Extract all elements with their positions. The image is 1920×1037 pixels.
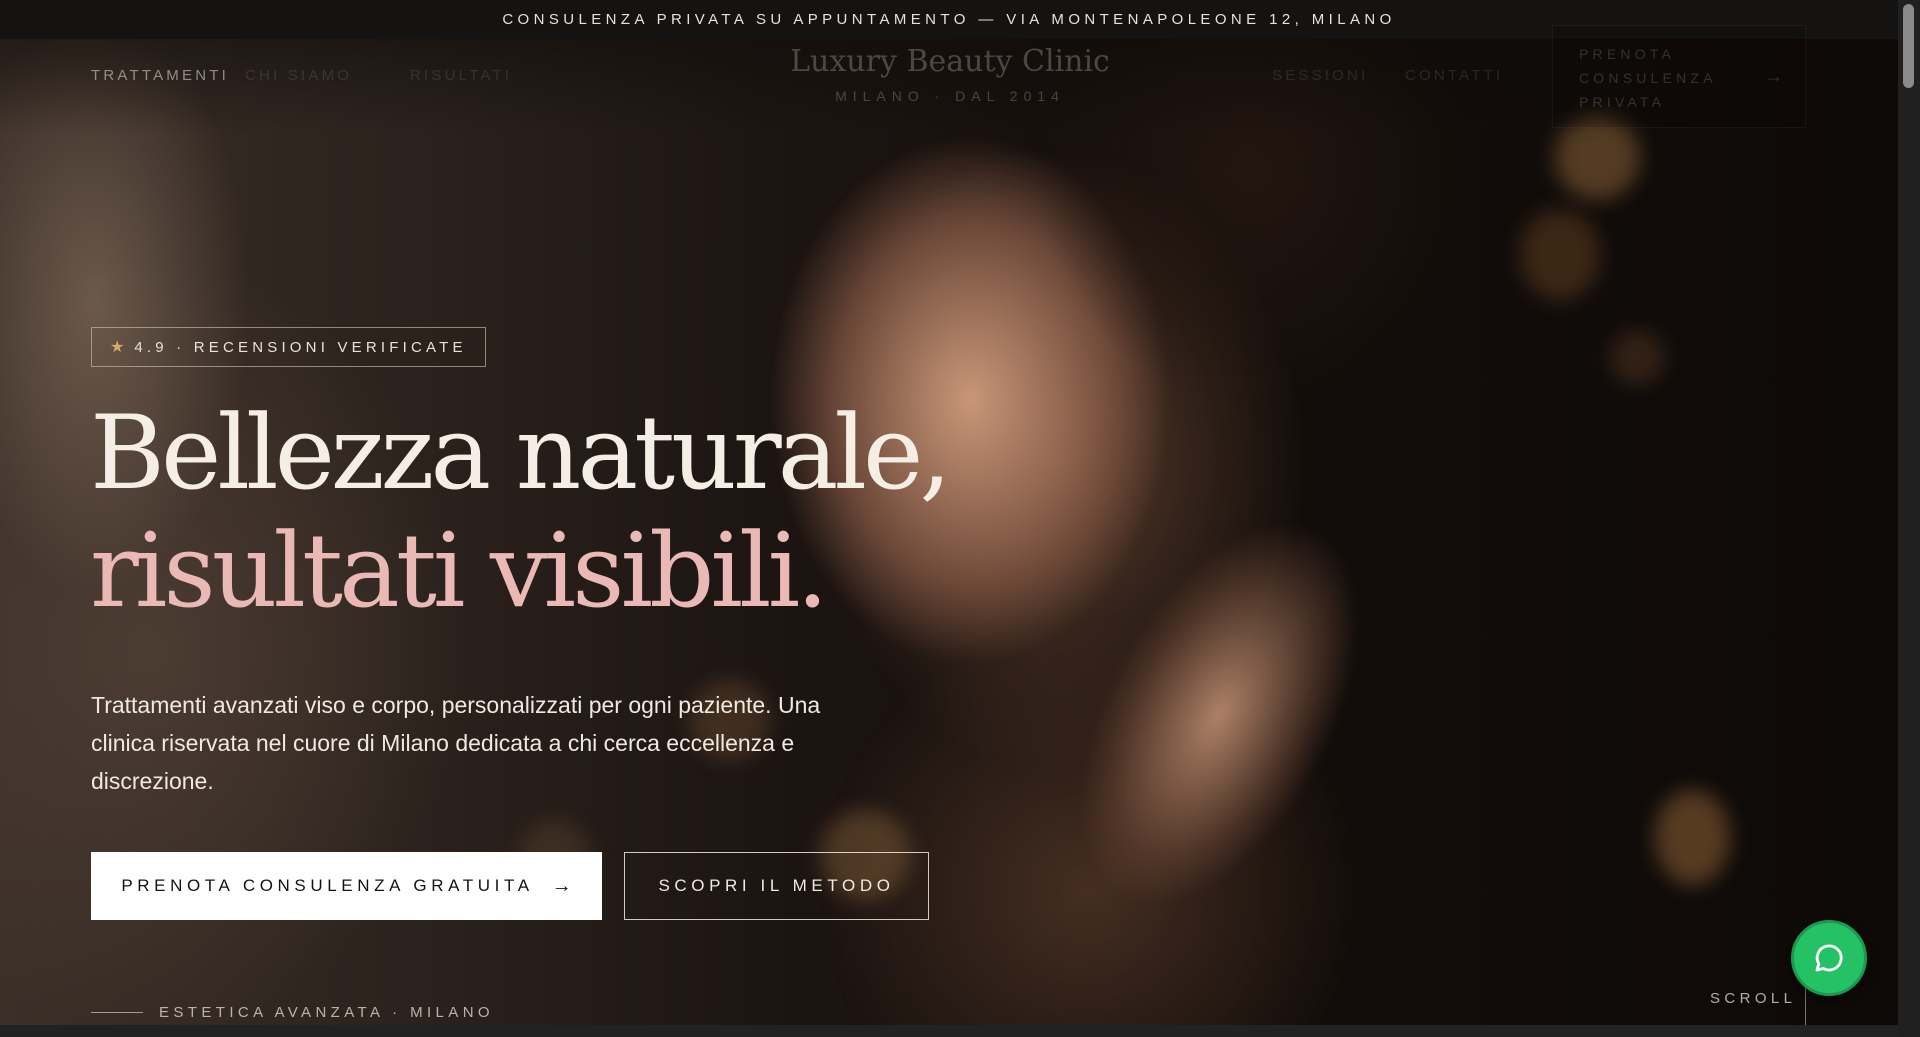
discover-method-label: SCOPRI IL METODO <box>658 876 895 895</box>
nav-book-button[interactable]: PRENOTA CONSULENZA PRIVATA → <box>1552 25 1806 128</box>
nav-link-trattamenti[interactable]: TRATTAMENTI <box>91 67 229 84</box>
announcement-text: CONSULENZA PRIVATA SU APPUNTAMENTO — VIA… <box>502 11 1396 28</box>
bokeh-light <box>1520 210 1600 300</box>
clinic-logo[interactable]: Luxury Beauty Clinic <box>690 44 1210 79</box>
window-bottom-edge <box>0 1025 1898 1037</box>
arrow-right-icon: → <box>1765 66 1783 86</box>
nav-link-risultati[interactable]: RISULTATI <box>410 67 512 84</box>
chat-bubble-icon <box>1815 944 1843 972</box>
scrollbar-thumb[interactable] <box>1903 4 1914 88</box>
book-free-consultation-button[interactable]: PRENOTA CONSULENZA GRATUITA → <box>91 852 602 920</box>
arrow-right-icon: → <box>551 874 572 897</box>
rating-badge-text: 4.9 · RECENSIONI VERIFICATE <box>134 338 467 356</box>
hero-tagline: ESTETICA AVANZATA · MILANO <box>91 1004 494 1021</box>
hero-description: Trattamenti avanzati viso e corpo, perso… <box>91 692 821 794</box>
hero-headline-line2: risultati visibili. <box>90 512 829 631</box>
bokeh-light <box>1655 790 1730 885</box>
book-free-consultation-label: PRENOTA CONSULENZA GRATUITA <box>121 876 534 895</box>
star-icon: ★ <box>110 339 125 356</box>
nav-link-sessioni[interactable]: SESSIONI <box>1272 67 1368 84</box>
hero-headline: Bellezza naturale, risultati visibili. <box>90 394 952 631</box>
nav-link-chi-siamo[interactable]: CHI SIAMO <box>245 67 352 84</box>
nav-link-contatti[interactable]: CONTATTI <box>1405 67 1503 84</box>
divider-line <box>91 1012 143 1013</box>
discover-method-button[interactable]: SCOPRI IL METODO <box>624 852 929 920</box>
hero-headline-line1: Bellezza naturale, <box>90 394 952 513</box>
chat-button[interactable] <box>1791 920 1867 996</box>
page-viewport: CONSULENZA PRIVATA SU APPUNTAMENTO — VIA… <box>0 0 1898 1025</box>
rating-badge: ★ 4.9 · RECENSIONI VERIFICATE <box>91 327 486 367</box>
scroll-indicator-label[interactable]: SCROLL <box>1710 990 1796 1007</box>
nav-book-label: PRENOTA CONSULENZA PRIVATA <box>1579 46 1716 110</box>
clinic-logo-subtitle: MILANO · DAL 2014 <box>835 88 1065 104</box>
hero-tagline-text: ESTETICA AVANZATA · MILANO <box>159 1004 494 1021</box>
bokeh-light <box>1610 330 1665 385</box>
vertical-scrollbar[interactable] <box>1898 0 1920 1037</box>
